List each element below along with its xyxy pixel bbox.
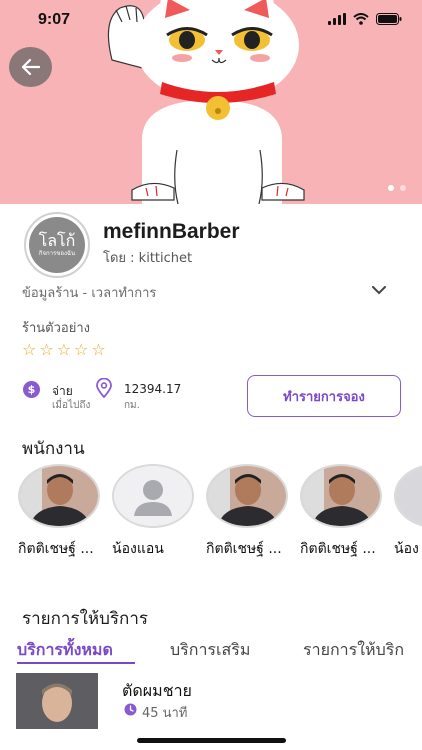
staff-avatar — [206, 464, 288, 528]
carousel-indicator[interactable] — [388, 185, 406, 191]
star-outline-icon: ☆ — [22, 340, 37, 359]
clock-icon — [124, 703, 137, 716]
staff-name: กิตติเชษฐ์ ... — [300, 541, 376, 557]
staff-item[interactable]: น้อง — [394, 464, 422, 560]
service-name: ตัดผมชาย — [122, 681, 192, 700]
logo-text: โลโก้ — [38, 231, 76, 250]
staff-avatar — [394, 464, 422, 528]
service-image — [16, 673, 98, 729]
staff-name: กิตติเชษฐ์ ... — [206, 541, 282, 557]
services-section-title: รายการให้บริการ — [22, 609, 149, 629]
shop-info-toggle[interactable]: ข้อมูลร้าน - เวลาทำการ — [22, 282, 400, 304]
shop-info-label: ข้อมูลร้าน - เวลาทำการ — [22, 286, 157, 301]
service-item[interactable]: ตัดผมชาย 45 นาที — [16, 673, 406, 733]
back-button[interactable] — [9, 47, 52, 87]
person-photo — [302, 466, 380, 526]
tab-all-services[interactable]: บริการทั้งหมด — [17, 638, 113, 663]
staff-avatar — [112, 464, 194, 528]
carousel-dot[interactable] — [388, 185, 394, 191]
booking-button[interactable]: ทำรายการจอง — [247, 375, 401, 417]
signal-icon — [328, 13, 346, 25]
service-tabs: บริการทั้งหมด บริการเสริม รายการให้บริก — [0, 638, 422, 664]
staff-item[interactable]: กิตติเชษฐ์ ... — [206, 464, 290, 560]
star-outline-icon: ☆ — [74, 340, 89, 359]
payment-sublabel: เมื่อไปถึง — [52, 400, 91, 411]
person-photo — [208, 466, 286, 526]
staff-item[interactable]: กิตติเชษฐ์ ... — [18, 464, 102, 560]
tab-service-list[interactable]: รายการให้บริก — [303, 638, 404, 663]
staff-avatar — [18, 464, 100, 528]
status-time: 9:07 — [38, 11, 71, 28]
star-outline-icon: ☆ — [91, 340, 106, 359]
shop-logo: โลโก้ กิจการของฉัน — [24, 212, 90, 278]
staff-name: น้องแอน — [112, 541, 164, 557]
staff-list[interactable]: กิตติเชษฐ์ ... น้องแอน กิตติเชษฐ์ ... กิ… — [18, 464, 422, 564]
person-placeholder-icon — [114, 466, 192, 526]
battery-icon — [376, 13, 402, 25]
shop-owner: โดย : kittichet — [103, 251, 193, 266]
tab-extra-services[interactable]: บริการเสริม — [170, 638, 250, 663]
distance-unit: กม. — [124, 400, 140, 411]
distance-value: 12394.17 — [124, 382, 182, 396]
staff-avatar — [300, 464, 382, 528]
person-photo — [396, 466, 422, 526]
home-indicator[interactable] — [137, 738, 286, 743]
star-outline-icon: ☆ — [39, 340, 54, 359]
wifi-icon — [353, 13, 369, 25]
active-tab-indicator — [17, 662, 135, 664]
rating-stars: ☆ ☆ ☆ ☆ ☆ — [22, 342, 106, 358]
staff-name: กิตติเชษฐ์ ... — [18, 541, 94, 557]
shop-description: ร้านตัวอย่าง — [22, 321, 90, 336]
shop-name: mefinnBarber — [103, 220, 240, 243]
location-pin-icon — [96, 378, 112, 398]
staff-section-title: พนักงาน — [22, 439, 85, 459]
service-photo — [16, 673, 98, 729]
logo-placeholder: โลโก้ กิจการของฉัน — [29, 217, 85, 273]
status-bar: 9:07 — [0, 0, 422, 44]
staff-item[interactable]: น้องแอน — [112, 464, 196, 560]
chevron-down-icon — [372, 286, 386, 295]
dollar-icon: $ — [23, 381, 40, 398]
arrow-left-icon — [21, 59, 40, 75]
service-duration: 45 นาที — [142, 706, 188, 721]
carousel-dot[interactable] — [400, 185, 406, 191]
logo-subtext: กิจการของฉัน — [38, 250, 76, 257]
staff-item[interactable]: กิตติเชษฐ์ ... — [300, 464, 384, 560]
staff-name: น้อง — [394, 541, 419, 557]
star-outline-icon: ☆ — [56, 340, 72, 359]
person-photo — [20, 466, 98, 526]
status-icons — [328, 13, 402, 25]
